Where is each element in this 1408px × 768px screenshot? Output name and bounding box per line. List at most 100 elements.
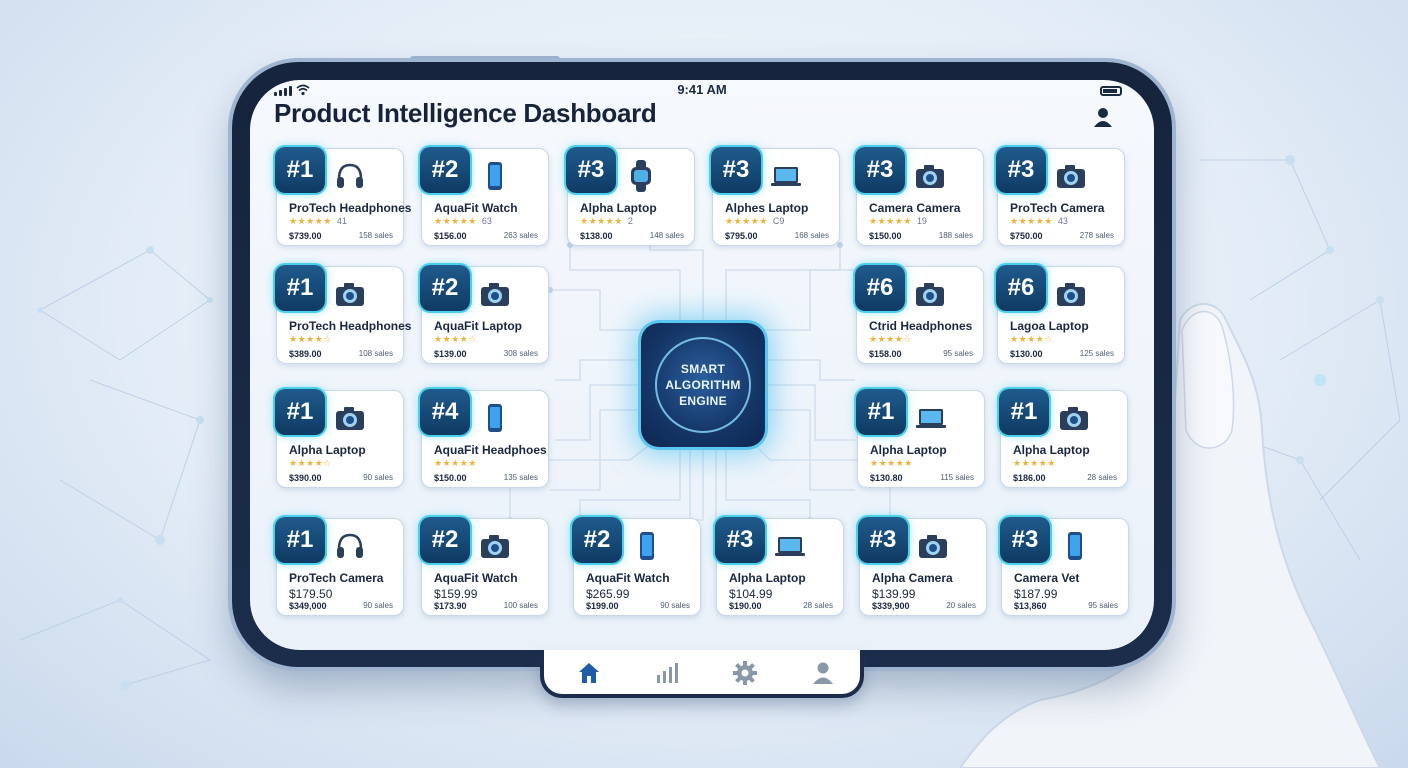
rating-stars: ★★★★★ (289, 216, 332, 226)
star-rating: ★★★★★ 19 (869, 216, 927, 227)
home-icon[interactable] (576, 660, 602, 686)
product-card[interactable]: #2 AquaFit Watch $265.99 $199.00 90 sales (572, 517, 701, 616)
rank-badge: #2 (572, 517, 622, 563)
product-card[interactable]: #1 Alpha Laptop ★★★★★ $130.80 115 sales (856, 389, 985, 488)
camera-icon (333, 401, 367, 435)
product-price-secondary: $190.00 (729, 601, 762, 611)
laptop-icon (773, 529, 807, 563)
rating-stars: ★★★★☆ (289, 458, 332, 468)
camera-icon (478, 529, 512, 563)
product-name: ProTech Headphones (289, 319, 412, 333)
star-rating: ★★★★★ 43 (1010, 216, 1068, 227)
product-card[interactable]: #3 Alphes Laptop ★★★★★ C9 $795.00 168 sales (711, 147, 840, 246)
product-price: $187.99 (1014, 587, 1058, 601)
product-card[interactable]: #2 AquaFit Watch ★★★★★ 63 $156.00 263 sales (420, 147, 549, 246)
product-name: Alpha Camera (872, 571, 953, 585)
gear-icon[interactable] (732, 660, 758, 686)
sales-count: 158 sales (358, 231, 393, 240)
sales-count: 28 sales (1087, 473, 1117, 482)
product-card[interactable]: #3 Alpha Laptop $104.99 $190.00 28 sales (715, 517, 844, 616)
sales-count: 95 sales (1088, 601, 1118, 610)
product-card[interactable]: #1 ProTech Camera $179.50 $349,000 90 sales (275, 517, 404, 616)
product-price-secondary: $158.00 (869, 349, 902, 359)
camera-icon (913, 277, 947, 311)
sales-count: 90 sales (660, 601, 690, 610)
rank-badge: #4 (420, 389, 470, 435)
product-card[interactable]: #6 Lagoa Laptop ★★★★☆ $130.00 125 sales (996, 265, 1125, 364)
product-card[interactable]: #4 AquaFit Headphoes ★★★★★ $150.00 135 sales (420, 389, 549, 488)
rank-badge: #2 (420, 265, 470, 311)
sales-count: 20 sales (946, 601, 976, 610)
rank-badge: #6 (855, 265, 905, 311)
rank-badge: #3 (715, 517, 765, 563)
star-rating: ★★★★★ 63 (434, 216, 492, 227)
product-price-secondary: $750.00 (1010, 231, 1043, 241)
rank-badge: #1 (275, 517, 325, 563)
product-card[interactable]: #3 Camera Vet $187.99 $13,860 95 sales (1000, 517, 1129, 616)
product-card[interactable]: #1 Alpha Laptop ★★★★☆ $390.00 90 sales (275, 389, 404, 488)
rating-stars: ★★★★☆ (1010, 334, 1053, 344)
product-price-secondary: $139.00 (434, 349, 467, 359)
watch-icon (624, 159, 658, 193)
product-price-secondary: $199.00 (586, 601, 619, 611)
product-card[interactable]: #2 AquaFit Laptop ★★★★☆ $139.00 308 sales (420, 265, 549, 364)
sales-count: 135 sales (503, 473, 538, 482)
product-card[interactable]: #3 Alpha Laptop ★★★★★ 2 $138.00 148 sales (566, 147, 695, 246)
product-card[interactable]: #1 ProTech Headphones ★★★★★ 41 $739.00 158 sa… (275, 147, 411, 246)
product-card[interactable]: #6 Ctrid Headphones ★★★★☆ $158.00 95 sales (855, 265, 984, 364)
product-price-secondary: $138.00 (580, 231, 613, 241)
product-name: Alpha Laptop (580, 201, 657, 215)
rank-badge: #3 (996, 147, 1046, 193)
product-name: ProTech Camera (1010, 201, 1105, 215)
product-price-secondary: $156.00 (434, 231, 467, 241)
product-card[interactable]: #1 Alpha Laptop ★★★★★ $186.00 28 sales (999, 389, 1128, 488)
product-price-secondary: $173.90 (434, 601, 467, 611)
product-card[interactable]: #2 AquaFit Watch $159.99 $173.90 100 sales (420, 517, 549, 616)
sales-count: 28 sales (803, 601, 833, 610)
product-name: Lagoa Laptop (1010, 319, 1089, 333)
product-price: $265.99 (586, 587, 630, 601)
star-rating: ★★★★★ (1013, 458, 1056, 469)
rating-stars: ★★★★★ (870, 458, 913, 468)
review-count: 43 (1057, 216, 1068, 226)
product-card[interactable]: #1 ProTech Headphones ★★★★☆ $389.00 108 sale… (275, 265, 411, 364)
rating-stars: ★★★★★ (1013, 458, 1056, 468)
phone-icon (630, 529, 664, 563)
camera-icon (333, 277, 367, 311)
product-card[interactable]: #3 Camera Camera ★★★★★ 19 $150.00 188 sales (855, 147, 984, 246)
chart-icon[interactable] (654, 660, 680, 686)
rank-badge: #6 (996, 265, 1046, 311)
engine-label-line-3: ENGINE (679, 394, 727, 408)
phone-icon (1058, 529, 1092, 563)
rank-badge: #1 (275, 389, 325, 435)
product-name: Alpha Laptop (289, 443, 366, 457)
sales-count: 125 sales (1079, 349, 1114, 358)
camera-icon (1054, 277, 1088, 311)
product-price-secondary: $150.00 (434, 473, 467, 483)
product-name: Alpha Laptop (1013, 443, 1090, 457)
dashboard-screen: 9:41 AM Product Intelligence Dashboard S… (250, 80, 1154, 650)
star-rating: ★★★★☆ (1010, 334, 1053, 345)
sales-count: 168 sales (794, 231, 829, 240)
laptop-icon (769, 159, 803, 193)
product-name: Camera Camera (869, 201, 961, 215)
rank-badge: #3 (1000, 517, 1050, 563)
camera-icon (478, 277, 512, 311)
review-count: C9 (772, 216, 785, 226)
product-price: $179.50 (289, 587, 333, 601)
product-name: Alpha Laptop (870, 443, 947, 457)
sales-count: 115 sales (940, 473, 974, 482)
review-count: 41 (336, 216, 347, 226)
product-name: AquaFit Headphoes (434, 443, 547, 457)
product-price-secondary: $13,860 (1014, 601, 1047, 611)
sales-count: 278 sales (1079, 231, 1114, 240)
product-card[interactable]: #3 ProTech Camera ★★★★★ 43 $750.00 278 sales (996, 147, 1125, 246)
camera-icon (916, 529, 950, 563)
phone-icon (478, 401, 512, 435)
product-name: Ctrid Headphones (869, 319, 973, 333)
camera-icon (1054, 159, 1088, 193)
rating-stars: ★★★★☆ (434, 334, 477, 344)
product-card[interactable]: #3 Alpha Camera $139.99 $339,900 20 sales (858, 517, 987, 616)
rating-stars: ★★★★★ (434, 216, 477, 226)
user-icon[interactable] (810, 660, 836, 686)
